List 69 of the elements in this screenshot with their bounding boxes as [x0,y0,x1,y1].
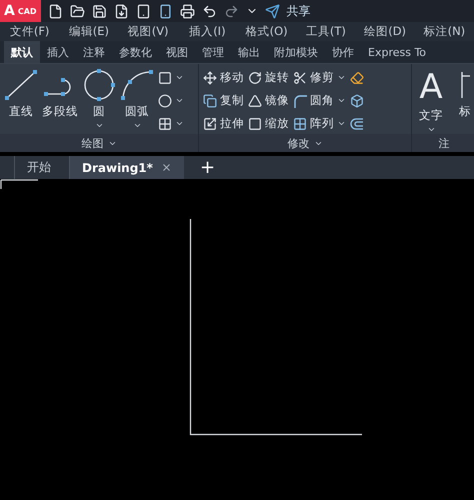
line-icon [4,68,38,102]
ucs-axis-drawing [0,179,39,190]
redo-icon[interactable] [224,4,239,18]
logo-text: CAD [18,6,37,16]
tool-label[interactable]: 镜像 [265,93,289,108]
ribbon-tab[interactable]: 附加模块 [267,40,325,64]
ribbon-tab[interactable]: 视图 [159,40,195,64]
close-icon[interactable] [160,162,172,174]
tool-label[interactable]: 阵列 [310,116,334,132]
paper-plane-icon[interactable] [264,4,280,18]
ellipse-icon [158,94,172,108]
ribbon-tab[interactable]: 协作 [325,40,361,64]
tool-label[interactable]: 文字 [419,108,443,124]
text-tool-glyph: A [419,68,443,106]
tablet-icon[interactable] [136,4,151,18]
box-icon [350,94,364,108]
tool-label[interactable]: 旋转 [265,70,289,86]
menu-item[interactable]: 格式(O) [237,24,296,39]
menu-item[interactable]: 编辑(E) [59,24,118,39]
offset-icon [350,116,364,131]
tool-label[interactable]: 缩放 [265,116,289,132]
ribbon-tab[interactable]: 输出 [231,40,267,64]
ribbon-tab[interactable]: 管理 [195,40,231,64]
document-tab[interactable]: Drawing1* [69,156,184,180]
ribbon-tab[interactable]: 默认 [4,40,40,64]
tool-label[interactable]: 移动 [220,70,244,86]
logo-letter: A [4,3,15,19]
new-file-icon[interactable] [48,4,63,18]
open-folder-icon[interactable] [70,4,85,18]
undo-icon[interactable] [202,4,217,18]
menu-item[interactable]: 文件(F) [0,24,60,39]
move-icon [203,70,217,85]
tool-label[interactable]: 圆角 [310,93,334,108]
eraser-icon [350,70,364,85]
rectangle-icon [158,70,172,85]
menu-item[interactable]: 绘图(D) [356,24,415,39]
tool-label[interactable]: 修剪 [310,70,334,86]
rotate-icon [248,70,262,85]
panel-title[interactable]: 注 [438,136,450,151]
ribbon-tab[interactable]: 注释 [76,40,112,64]
ribbon-tab[interactable]: Express To [361,40,434,64]
ribbon-tab[interactable]: 参数化 [112,40,159,64]
tool-label[interactable]: 标 [459,104,471,120]
save-icon[interactable] [92,4,107,18]
menu-item[interactable]: 插入(I) [178,24,237,39]
tool-label[interactable]: 拉伸 [220,116,244,132]
new-tab-button[interactable]: + [190,156,226,180]
menu-item[interactable]: 标注(N) [414,24,474,39]
tool-label[interactable]: 直线 [9,104,33,120]
menu-item[interactable]: 工具(T) [296,24,356,39]
copy-icon [203,94,217,108]
save-as-icon[interactable] [114,4,129,18]
menu-item[interactable]: 视图(V) [118,24,178,39]
tool-label[interactable]: 圆弧 [125,104,149,120]
print-icon[interactable] [180,4,195,18]
trim-icon [293,70,307,85]
arc-icon [120,68,154,102]
phone-icon[interactable] [158,4,173,18]
tool-label[interactable]: 多段线 [42,104,78,120]
stretch-icon [203,116,217,131]
fillet-icon [293,94,307,108]
circle-icon [82,68,116,102]
tool-label[interactable]: 复制 [220,93,244,108]
panel-title[interactable]: 绘图 [82,136,104,151]
tool-label[interactable]: 圆 [93,104,105,120]
share-label[interactable]: 共享 [286,2,311,20]
ribbon-tab[interactable]: 插入 [40,40,76,64]
panel-title[interactable]: 修改 [288,136,310,151]
array-icon [293,116,307,131]
